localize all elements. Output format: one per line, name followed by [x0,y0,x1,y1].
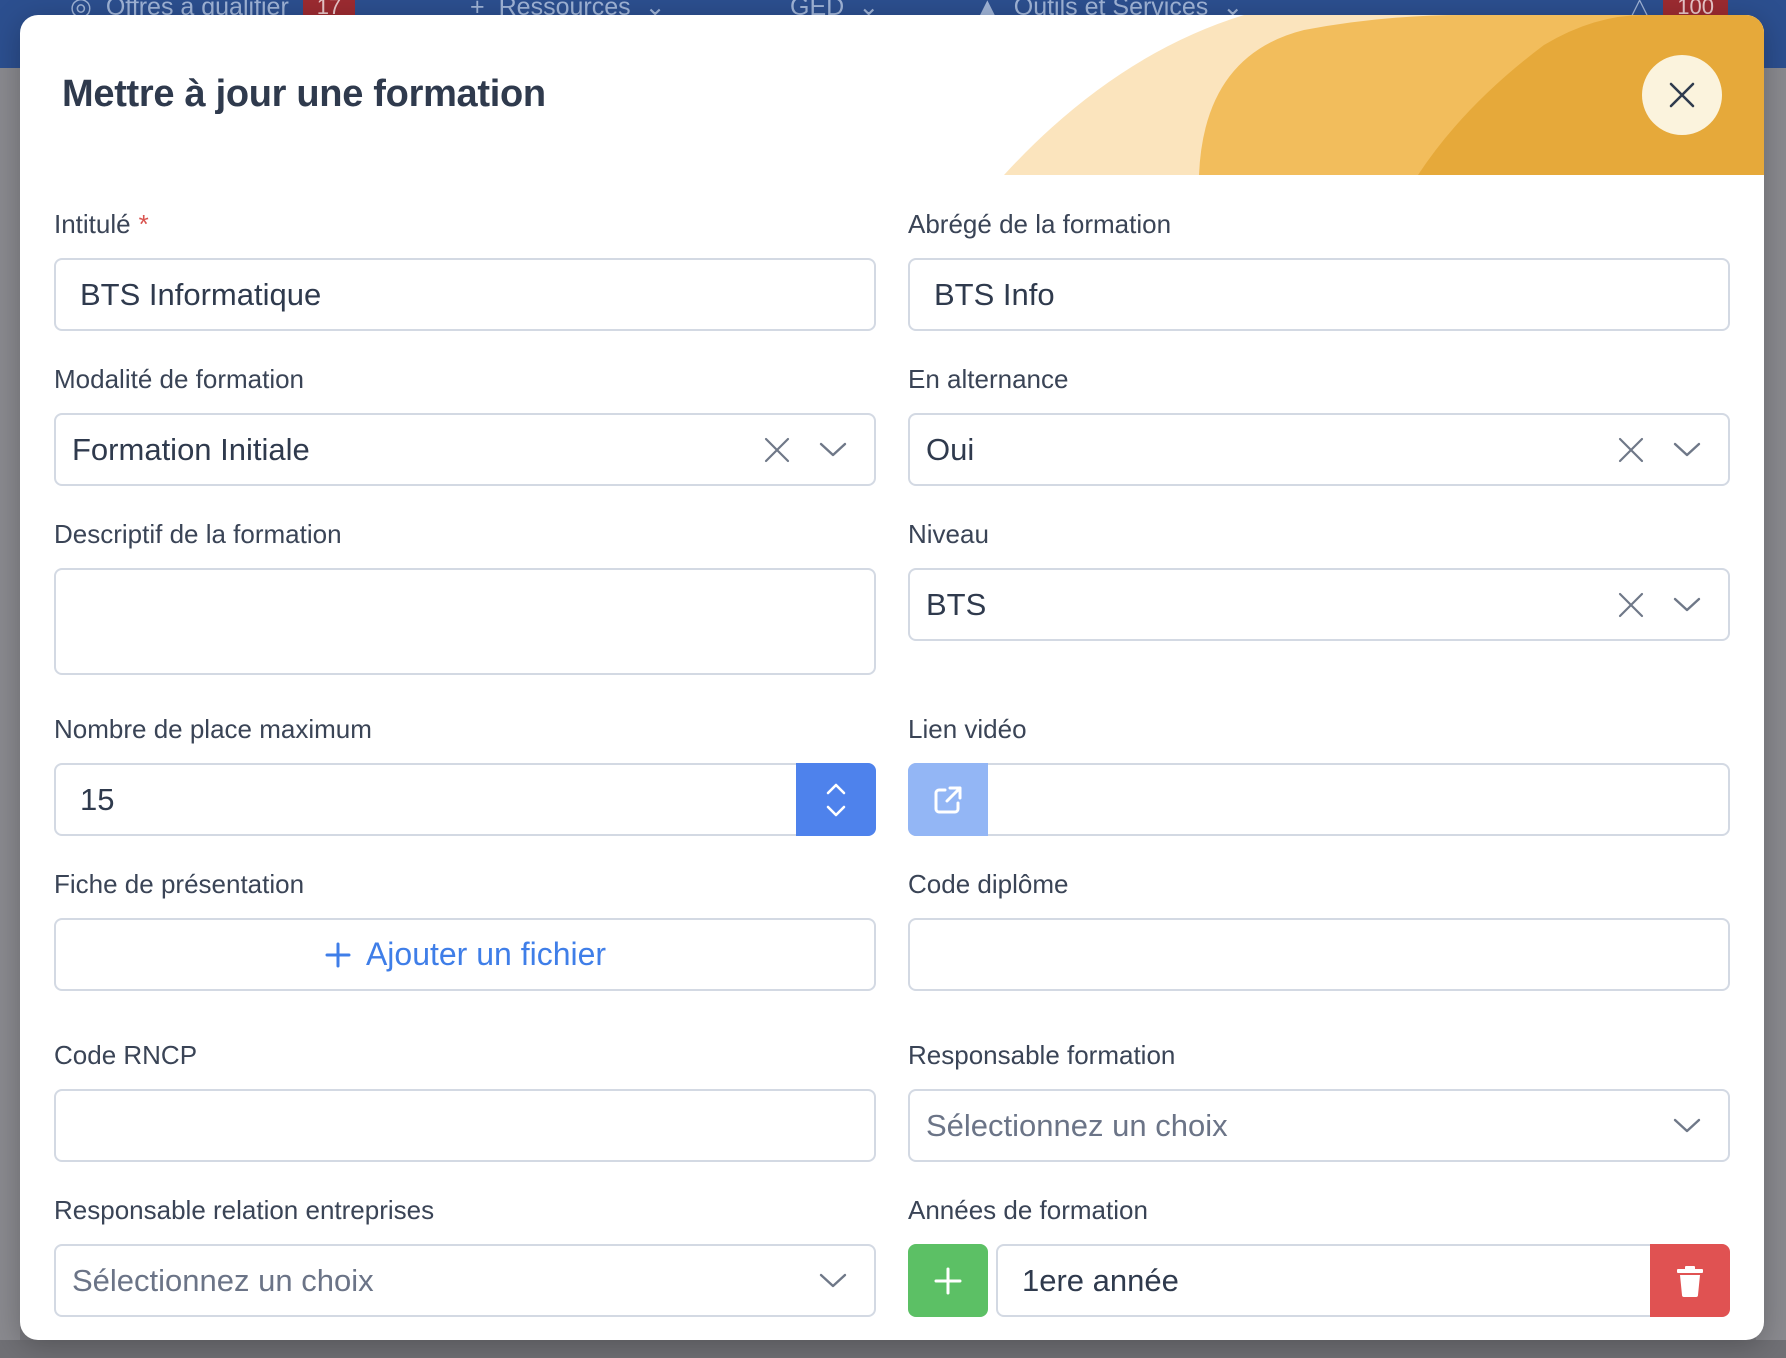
alternance-label: En alternance [908,364,1069,394]
quantity-stepper[interactable] [796,763,876,836]
abrege-input[interactable]: BTS Info [908,258,1730,331]
video-label: Lien vidéo [908,714,1027,744]
required-mark: * [138,209,149,239]
modal-header: Mettre à jour une formation [20,15,1764,175]
code-rncp-label: Code RNCP [54,1040,198,1070]
chevron-down-icon[interactable] [816,1264,850,1298]
descriptif-textarea[interactable] [54,568,876,675]
alternance-value: Oui [926,431,975,467]
add-file-button[interactable]: Ajouter un fichier [54,918,876,991]
descriptif-label: Descriptif de la formation [54,519,342,549]
intitule-label: Intitulé * [54,209,149,240]
chevron-up-icon[interactable] [825,782,847,796]
places-label: Nombre de place maximum [54,714,372,744]
niveau-select[interactable]: BTS [908,568,1730,641]
annee-input[interactable]: 1ere année [996,1244,1652,1317]
responsable-select[interactable]: Sélectionnez un choix [908,1089,1730,1162]
chevron-down-icon[interactable] [816,433,850,467]
background-bottom [0,1340,1786,1358]
open-link-button[interactable] [908,763,988,836]
responsable-entreprises-placeholder: Sélectionnez un choix [72,1262,374,1298]
plus-icon [324,941,352,969]
plus-icon [934,1267,962,1294]
niveau-value: BTS [926,586,987,622]
add-year-button[interactable] [908,1244,988,1317]
niveau-label: Niveau [908,519,989,549]
chevron-down-icon[interactable] [1670,433,1704,467]
places-number-input[interactable]: 15 [54,763,876,836]
responsable-entreprises-select[interactable]: Sélectionnez un choix [54,1244,876,1317]
clear-icon[interactable] [760,433,794,467]
intitule-label-text: Intitulé [54,209,131,239]
trash-icon [1677,1265,1703,1297]
chevron-down-icon[interactable] [1670,588,1704,622]
intitule-input[interactable]: BTS Informatique [54,258,876,331]
modalite-label: Modalité de formation [54,364,305,394]
alternance-select[interactable]: Oui [908,413,1730,486]
add-file-label: Ajouter un fichier [365,936,607,972]
intitule-value: BTS Informatique [80,276,322,312]
clear-icon[interactable] [1614,588,1648,622]
responsable-entreprises-label: Responsable relation entreprises [54,1195,435,1225]
responsable-placeholder: Sélectionnez un choix [926,1107,1228,1143]
code-diplome-input[interactable] [908,918,1730,991]
responsable-label: Responsable formation [908,1040,1176,1070]
update-formation-modal: Mettre à jour une formation Intitulé * BT… [20,15,1764,1340]
external-link-icon [934,786,962,813]
delete-year-button[interactable] [1650,1244,1730,1317]
annees-label: Années de formation [908,1195,1148,1225]
annee-value: 1ere année [1022,1262,1179,1298]
close-icon [1669,82,1695,108]
places-value: 15 [80,781,115,817]
modalite-value: Formation Initiale [72,431,310,467]
fiche-label: Fiche de présentation [54,869,305,899]
background-left-panel [0,68,20,1358]
close-button[interactable] [1642,55,1722,135]
chevron-down-icon[interactable] [1670,1109,1704,1143]
code-rncp-input[interactable] [54,1089,876,1162]
chevron-down-icon[interactable] [825,804,847,818]
video-link-input[interactable] [908,763,1730,836]
abrege-value: BTS Info [934,276,1055,312]
abrege-label: Abrégé de la formation [908,209,1172,239]
clear-icon[interactable] [1614,433,1648,467]
modal-title: Mettre à jour une formation [62,73,546,115]
code-diplome-label: Code diplôme [908,869,1069,899]
modalite-select[interactable]: Formation Initiale [54,413,876,486]
